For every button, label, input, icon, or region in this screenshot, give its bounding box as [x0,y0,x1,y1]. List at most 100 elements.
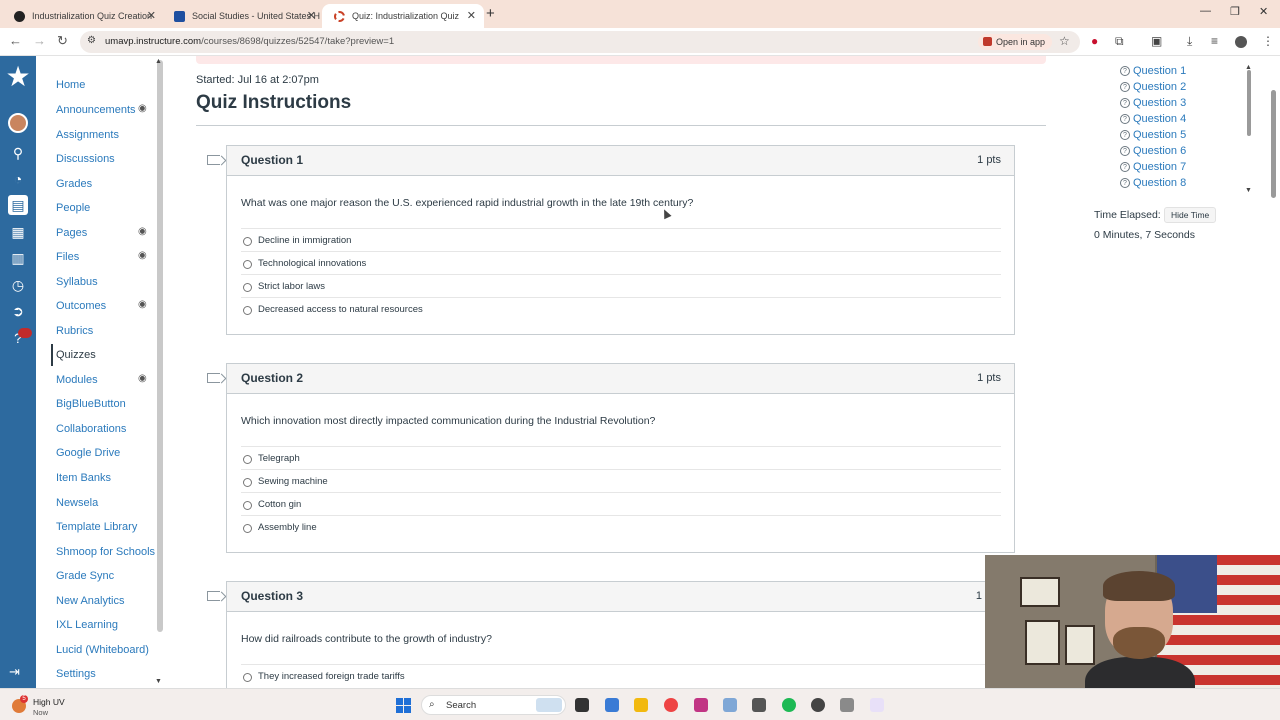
widgets-icon[interactable] [536,698,562,712]
course-nav-template-library[interactable]: Template Library [56,521,137,533]
answer-option[interactable]: Decreased access to natural resources [241,297,1001,320]
course-nav-grades[interactable]: Grades [56,178,92,190]
settings-app-icon[interactable] [723,698,737,712]
radio-button[interactable] [243,306,252,315]
course-nav-collaborations[interactable]: Collaborations [56,423,126,435]
sidepanel-icon[interactable]: ▣ [1151,34,1162,48]
radio-button[interactable] [243,478,252,487]
spotify-icon[interactable] [782,698,796,712]
open-in-app-button[interactable]: Open in app [978,34,1053,50]
radio-button[interactable] [243,673,252,682]
course-nav-bigbluebutton[interactable]: BigBlueButton [56,398,126,410]
question-link[interactable]: ? Question 6 [1120,145,1186,157]
answer-option[interactable]: Decline in immigration [241,228,1001,251]
courses-icon[interactable]: ▤ [8,195,28,215]
obs-icon[interactable] [811,698,825,712]
back-icon[interactable]: ← [9,33,22,48]
url-text[interactable]: umavp.instructure.com/courses/8698/quizz… [105,36,394,47]
scroll-up-icon[interactable]: ▲ [1245,64,1252,71]
question-link[interactable]: ? Question 3 [1120,97,1186,109]
answer-option[interactable]: They increased foreign trade tariffs [241,664,1001,687]
text-app-icon[interactable] [752,698,766,712]
course-nav-rubrics[interactable]: Rubrics [56,325,93,337]
inbox-icon[interactable]: ▥ [8,248,28,268]
file-explorer-icon[interactable] [575,698,589,712]
radio-button[interactable] [243,260,252,269]
history-icon[interactable]: ◷ [8,275,28,295]
course-nav-outcomes[interactable]: Outcomes [56,300,106,312]
scroll-up-icon[interactable]: ▲ [155,58,162,65]
answer-option[interactable]: Telegraph [241,446,1001,469]
download-icon[interactable]: ⤓ [1187,34,1192,49]
course-nav-lucid[interactable]: Lucid (Whiteboard) [56,644,149,656]
course-nav-home[interactable]: Home [56,79,85,91]
answer-option[interactable]: Sewing machine [241,469,1001,492]
browser-tab-active[interactable]: Quiz: Industrialization Quiz ✕ [322,4,484,28]
answer-option[interactable]: Strict labor laws [241,274,1001,297]
course-nav-discussions[interactable]: Discussions [56,153,115,165]
close-icon[interactable]: ✕ [307,9,316,22]
course-nav-files[interactable]: Files [56,251,79,263]
course-nav-syllabus[interactable]: Syllabus [56,276,98,288]
reload-icon[interactable]: ↻ [57,33,68,49]
maximize-icon[interactable]: ❐ [1230,5,1240,18]
radio-button[interactable] [243,283,252,292]
course-nav-grade-sync[interactable]: Grade Sync [56,570,114,582]
close-icon[interactable]: ✕ [467,9,476,22]
flag-question-icon[interactable] [207,373,220,383]
database-icon[interactable] [840,698,854,712]
extensions-icon[interactable]: ⧉ [1115,34,1124,49]
flag-question-icon[interactable] [207,591,220,601]
course-nav-google-drive[interactable]: Google Drive [56,447,120,459]
radio-button[interactable] [243,501,252,510]
chrome-icon[interactable] [664,698,678,712]
menu-icon[interactable]: ⋮ [1262,34,1274,48]
window-close-icon[interactable]: ✕ [1259,5,1268,18]
question-link[interactable]: ? Question 8 [1120,177,1186,189]
media-icon[interactable]: ≡ [1211,34,1218,48]
opera-extension-icon[interactable]: ● [1091,34,1098,48]
answer-option[interactable]: Cotton gin [241,492,1001,515]
profile-avatar[interactable] [1235,36,1247,48]
course-nav-announcements[interactable]: Announcements [56,104,136,116]
scroll-down-icon[interactable]: ▼ [1245,187,1252,194]
flag-question-icon[interactable] [207,155,220,165]
minimize-icon[interactable]: — [1200,5,1211,17]
course-nav-newsela[interactable]: Newsela [56,497,98,509]
course-nav-item-banks[interactable]: Item Banks [56,472,111,484]
account-avatar[interactable] [8,113,28,133]
course-nav-people[interactable]: People [56,202,90,214]
course-nav-modules[interactable]: Modules [56,374,98,386]
browser-tab[interactable]: Industrialization Quiz Creation ✕ [2,4,164,28]
camera-app-icon[interactable] [694,698,708,712]
question-list-scrollbar[interactable] [1247,70,1251,136]
bookmark-star-icon[interactable]: ☆ [1059,34,1070,48]
snipping-tool-icon[interactable] [870,698,884,712]
radio-button[interactable] [243,237,252,246]
radio-button[interactable] [243,524,252,533]
course-nav-scrollbar[interactable] [157,60,163,632]
commons-icon[interactable]: ➲ [8,301,28,321]
copilot-icon[interactable] [605,698,619,712]
course-nav-quizzes[interactable]: Quizzes [56,349,96,361]
address-bar[interactable]: ⚙ umavp.instructure.com/courses/8698/qui… [80,31,1080,53]
course-nav-ixl[interactable]: IXL Learning [56,619,118,631]
course-nav-pages[interactable]: Pages [56,227,87,239]
question-link[interactable]: ? Question 4 [1120,113,1186,125]
course-nav-new-analytics[interactable]: New Analytics [56,595,124,607]
weather-widget[interactable]: 5 High UV Now [12,694,92,717]
question-link[interactable]: ? Question 2 [1120,81,1186,93]
star-logo-icon[interactable]: ★ [3,62,33,92]
question-link[interactable]: ? Question 5 [1120,129,1186,141]
admin-icon[interactable]: ⚲ [8,143,28,163]
answer-option[interactable]: Technological innovations [241,251,1001,274]
forward-icon[interactable]: → [33,33,46,48]
answer-option[interactable]: Assembly line [241,515,1001,538]
dashboard-icon[interactable]: ◔ [8,169,28,189]
new-tab-icon[interactable]: + [486,5,495,22]
page-scrollbar[interactable] [1271,90,1276,198]
site-info-icon[interactable]: ⚙ [87,35,96,46]
scroll-down-icon[interactable]: ▼ [155,678,162,685]
question-link[interactable]: ? Question 7 [1120,161,1186,173]
hide-time-button[interactable]: Hide Time [1164,207,1217,223]
